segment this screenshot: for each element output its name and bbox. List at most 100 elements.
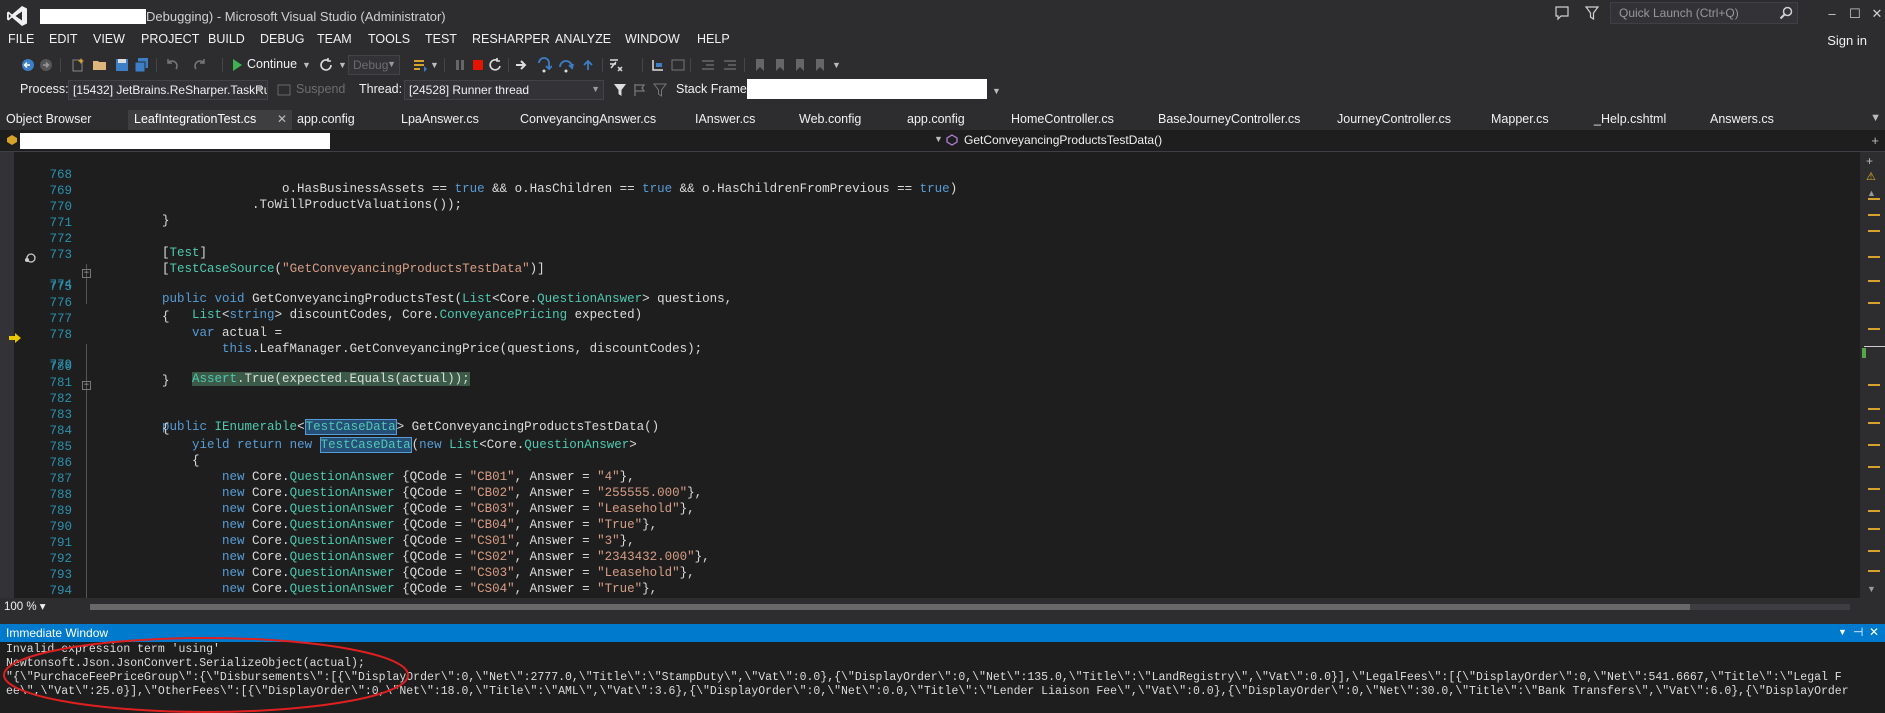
save-icon[interactable]	[114, 57, 130, 73]
outdent-icon[interactable]	[700, 57, 716, 73]
tab-help-cshtml[interactable]: _Help.cshtml	[1594, 112, 1666, 126]
indent-icon[interactable]	[722, 57, 738, 73]
tab-leaf-integration-test[interactable]: LeafIntegrationTest.cs	[134, 112, 256, 126]
tab-conveyancing-answer[interactable]: ConveyancingAnswer.cs	[520, 112, 656, 126]
bookmark-icon[interactable]	[752, 57, 768, 73]
redo-icon[interactable]	[192, 57, 208, 73]
tab-app-config-2[interactable]: app.config	[907, 112, 965, 126]
menu-tools[interactable]: TOOLS	[368, 32, 410, 46]
collapse-region-icon[interactable]: −	[82, 269, 91, 278]
toggle-output-icon[interactable]	[670, 57, 686, 73]
collapse-region-icon[interactable]: −	[82, 381, 91, 390]
feedback-filter-icon[interactable]	[1584, 5, 1600, 21]
menu-window[interactable]: WINDOW	[625, 32, 680, 46]
refresh-icon[interactable]	[318, 57, 334, 73]
thread-filter-icon[interactable]	[612, 82, 628, 98]
tab-mapper[interactable]: Mapper.cs	[1491, 112, 1549, 126]
tab-answers[interactable]: Answers.cs	[1710, 112, 1774, 126]
tab-base-journey-controller[interactable]: BaseJourneyController.cs	[1158, 112, 1300, 126]
tab-web-config[interactable]: Web.config	[799, 112, 861, 126]
solution-configuration-select[interactable]: Debug ▼	[348, 55, 400, 75]
hex-display-icon[interactable]	[650, 57, 666, 73]
flag-threads-icon[interactable]	[632, 82, 648, 98]
tab-lpa-answer[interactable]: LpaAnswer.cs	[401, 112, 479, 126]
window-position-dropdown-icon[interactable]: ▼	[1838, 627, 1847, 637]
undo-icon[interactable]	[164, 57, 180, 73]
type-select-redaction[interactable]	[20, 133, 330, 149]
tab-home-controller[interactable]: HomeController.cs	[1011, 112, 1114, 126]
zoom-select[interactable]: 100 % ▾	[4, 599, 46, 613]
minimize-button[interactable]: –	[1824, 6, 1840, 22]
scroll-down-icon[interactable]: ▼	[1867, 584, 1876, 594]
horizontal-scroll-thumb[interactable]	[90, 604, 1690, 610]
code-editor[interactable]: 768 o.HasBusinessAssets == true && o.Has…	[0, 152, 1885, 598]
restart-icon[interactable]	[488, 57, 504, 73]
pin-icon[interactable]: ⊣	[1853, 625, 1863, 639]
tab-ianswer[interactable]: IAnswer.cs	[695, 112, 755, 126]
scroll-up-icon[interactable]: ▲	[1867, 188, 1876, 198]
stop-debugging-icon[interactable]	[470, 57, 486, 73]
open-file-icon[interactable]	[92, 57, 108, 73]
close-window-button[interactable]: ✕	[1869, 6, 1885, 22]
new-project-icon[interactable]	[70, 57, 86, 73]
show-next-statement-icon[interactable]	[514, 57, 530, 73]
step-out-icon[interactable]	[580, 57, 596, 73]
quick-launch-input[interactable]: Quick Launch (Ctrl+Q)	[1610, 2, 1798, 24]
menu-edit[interactable]: EDIT	[49, 32, 77, 46]
break-all-icon[interactable]	[452, 57, 468, 73]
horizontal-scrollbar[interactable]	[90, 604, 1850, 610]
suspend-button[interactable]: Suspend	[296, 82, 345, 96]
continue-button[interactable]: Continue	[247, 57, 297, 71]
stack-frame-select[interactable]	[747, 79, 987, 99]
menu-file[interactable]: FILE	[8, 32, 34, 46]
thread-select[interactable]: [24528] Runner thread ▼	[404, 80, 604, 100]
threads-dropdown-arrow[interactable]: ▼	[430, 60, 439, 70]
notification-icon[interactable]	[1554, 5, 1570, 21]
tab-overflow-dropdown-icon[interactable]: ▼	[1870, 112, 1881, 124]
toolbar-overflow-arrow[interactable]: ▼	[832, 60, 841, 70]
vertical-scrollbar[interactable]: + ⚠ ▲ ▼	[1860, 152, 1885, 598]
step-into-icon[interactable]	[536, 57, 552, 73]
menu-view[interactable]: VIEW	[93, 32, 125, 46]
immediate-window-body[interactable]: Invalid expression term 'using' Newtonso…	[0, 642, 1885, 713]
type-dropdown-arrow[interactable]: ▼	[934, 134, 943, 144]
tab-journey-controller[interactable]: JourneyController.cs	[1337, 112, 1451, 126]
maximize-button[interactable]: ☐	[1847, 6, 1863, 22]
menu-analyze[interactable]: ANALYZE	[555, 32, 611, 46]
unit-test-marker-icon[interactable]	[24, 252, 36, 264]
show-threads-icon[interactable]	[412, 57, 428, 73]
show-flagged-threads-icon[interactable]	[652, 82, 668, 98]
toolbar2-overflow-arrow[interactable]: ▼	[992, 86, 1001, 96]
sign-in-link[interactable]: Sign in	[1827, 33, 1867, 48]
navigate-back-icon[interactable]	[20, 57, 36, 73]
add-split-icon[interactable]: +	[1866, 154, 1873, 168]
tab-object-browser[interactable]: Object Browser	[6, 112, 91, 126]
navigate-forward-icon[interactable]	[38, 57, 54, 73]
continue-icon[interactable]	[229, 57, 245, 73]
menu-resharper[interactable]: RESHARPER	[472, 32, 550, 46]
member-select[interactable]: GetConveyancingProductsTestData()	[964, 133, 1162, 147]
previous-bookmark-icon[interactable]	[772, 57, 788, 73]
search-icon	[1779, 6, 1793, 20]
menu-help[interactable]: HELP	[697, 32, 730, 46]
menu-project[interactable]: PROJECT	[141, 32, 199, 46]
refresh-dropdown-arrow[interactable]: ▼	[338, 60, 347, 70]
next-bookmark-icon[interactable]	[792, 57, 808, 73]
save-all-icon[interactable]	[134, 57, 150, 73]
warning-icon[interactable]: ⚠	[1866, 170, 1876, 183]
process-select[interactable]: [15432] JetBrains.ReSharper.TaskRu ▼	[68, 80, 268, 100]
menu-debug[interactable]: DEBUG	[260, 32, 304, 46]
menu-team[interactable]: TEAM	[317, 32, 352, 46]
menu-test[interactable]: TEST	[425, 32, 457, 46]
resharper-icon[interactable]	[608, 57, 624, 73]
close-tab-icon[interactable]: ✕	[277, 112, 287, 126]
method-icon	[946, 134, 958, 146]
continue-dropdown-arrow[interactable]: ▼	[302, 60, 311, 70]
tab-app-config[interactable]: app.config	[297, 112, 355, 126]
split-view-icon[interactable]: +	[1871, 133, 1879, 148]
close-panel-icon[interactable]: ✕	[1869, 625, 1879, 639]
menu-build[interactable]: BUILD	[208, 32, 245, 46]
clear-bookmarks-icon[interactable]	[812, 57, 828, 73]
suspend-icon[interactable]	[276, 82, 292, 98]
step-over-icon[interactable]	[558, 57, 574, 73]
